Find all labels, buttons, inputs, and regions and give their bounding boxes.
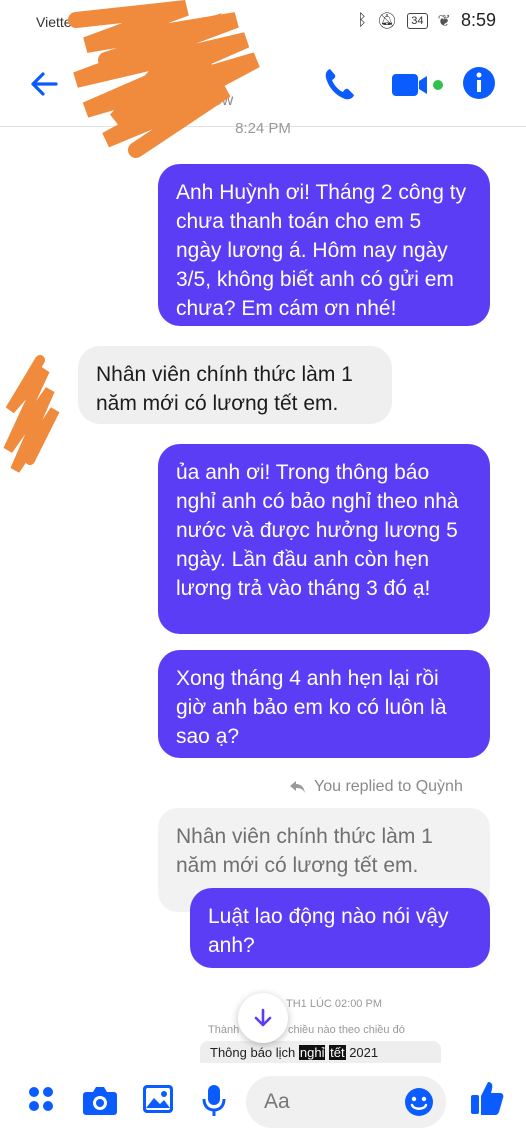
- menu-dots-icon[interactable]: [26, 1084, 56, 1114]
- message-outgoing[interactable]: Anh Huỳnh ơi! Tháng 2 công ty chưa thanh…: [158, 164, 490, 326]
- preview-highlight: nghỉ: [298, 1045, 326, 1060]
- shared-link-preview[interactable]: Thông báo lịch nghỉ tết 2021: [200, 1041, 441, 1063]
- clock: 8:59: [460, 10, 496, 30]
- emoji-icon[interactable]: [404, 1087, 434, 1117]
- phone-icon[interactable]: [322, 66, 356, 102]
- leaf-icon: ❦: [437, 12, 451, 30]
- caption-left: Thành: [208, 1024, 240, 1036]
- video-icon[interactable]: [390, 66, 448, 102]
- message-incoming[interactable]: Nhân viên chính thức làm 1 năm mới có lư…: [78, 346, 392, 424]
- image-icon[interactable]: [142, 1084, 174, 1114]
- chevron-down-icon: [254, 1008, 272, 1027]
- scroll-to-bottom-button[interactable]: [238, 993, 288, 1043]
- preview-text: Thông báo lịch: [210, 1045, 299, 1060]
- conversation-header: now: [0, 0, 526, 158]
- camera-icon[interactable]: [82, 1084, 118, 1116]
- message-input-placeholder: Aa: [264, 1090, 290, 1113]
- reply-arrow-icon: [290, 781, 305, 793]
- thumbs-up-icon[interactable]: [470, 1080, 504, 1116]
- status-icons: ᛒ 🔕︎ 34 ❦ 8:59: [357, 10, 496, 31]
- battery-icon: 34: [407, 12, 428, 29]
- bluetooth-icon: ᛒ: [357, 11, 367, 29]
- composer-bar: Aa: [0, 1064, 526, 1139]
- reply-indicator: You replied to Quỳnh: [288, 778, 463, 796]
- avatar: [3, 355, 60, 473]
- preview-highlight: tết: [329, 1045, 346, 1060]
- mute-icon: 🔕︎: [376, 12, 398, 30]
- message-timestamp: TH1 LÚC 02:00 PM: [286, 998, 382, 1010]
- reply-label: You replied to Quỳnh: [314, 778, 463, 795]
- info-icon[interactable]: [462, 66, 496, 100]
- message-outgoing[interactable]: Xong tháng 4 anh hẹn lại rồi giờ anh bảo…: [158, 650, 490, 758]
- message-outgoing-reply[interactable]: Luật lao động nào nói vậy anh?: [190, 888, 490, 968]
- preview-text: 2021: [345, 1045, 379, 1060]
- caption-right: chiều nào theo chiều đó: [288, 1024, 405, 1036]
- message-outgoing[interactable]: ủa anh ơi! Trong thông báo nghỉ anh có b…: [158, 444, 490, 634]
- message-input[interactable]: Aa: [246, 1076, 446, 1128]
- message-timestamp: 8:24 PM: [235, 120, 291, 137]
- mic-icon[interactable]: [202, 1084, 226, 1118]
